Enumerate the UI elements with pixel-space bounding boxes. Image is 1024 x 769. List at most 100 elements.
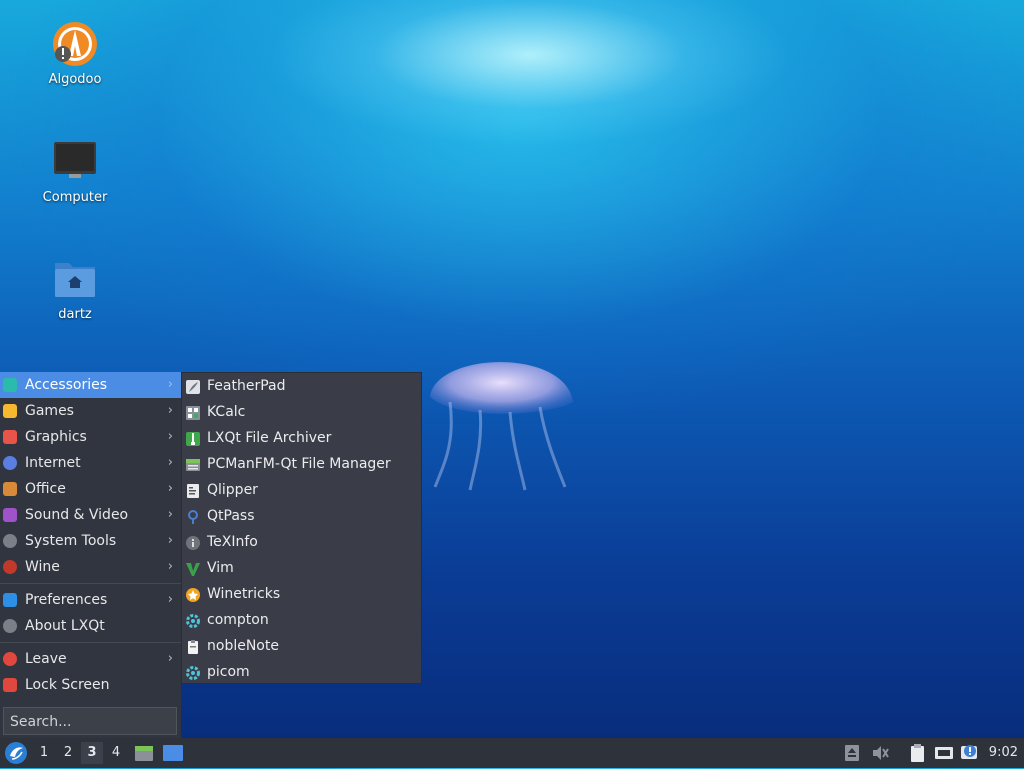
desktop-icon-algodoo[interactable]: Algodoo xyxy=(20,20,130,87)
desktop-icon-label: Algodoo xyxy=(48,72,102,87)
submenu-item-pcmanfm-qt[interactable]: PCManFM-Qt File Manager xyxy=(182,451,421,477)
menu-item-lock-screen[interactable]: Lock Screen xyxy=(0,672,181,698)
wallpaper-jellyfish xyxy=(425,342,575,492)
submenu-item-label: Qlipper xyxy=(207,482,258,498)
submenu-item-label: LXQt File Archiver xyxy=(207,430,332,446)
file-manager-launcher[interactable] xyxy=(134,743,154,763)
chevron-right-icon: › xyxy=(167,429,173,444)
home-folder-icon xyxy=(51,255,99,303)
menu-item-label: Preferences xyxy=(25,592,108,608)
submenu-item-compton[interactable]: compton xyxy=(182,607,421,633)
clipboard-icon xyxy=(911,744,924,762)
submenu-item-kcalc[interactable]: KCalc xyxy=(182,399,421,425)
submenu-item-qlipper[interactable]: Qlipper xyxy=(182,477,421,503)
volume-button[interactable] xyxy=(870,743,890,763)
internet-icon xyxy=(3,456,17,470)
lock-icon xyxy=(3,678,17,692)
menu-item-system-tools[interactable]: System Tools › xyxy=(0,528,181,554)
workspace-4[interactable]: 4 xyxy=(105,742,127,764)
info-icon xyxy=(185,534,201,550)
menu-item-wine[interactable]: Wine › xyxy=(0,554,181,580)
network-button[interactable] xyxy=(934,743,954,763)
power-icon xyxy=(3,652,17,666)
chevron-right-icon: › xyxy=(167,377,173,392)
notes-icon xyxy=(185,638,201,654)
menu-separator xyxy=(0,642,181,643)
desktop-icon-label: Computer xyxy=(42,190,108,205)
submenu-item-qtpass[interactable]: QtPass xyxy=(182,503,421,529)
file-manager-icon xyxy=(185,456,201,472)
clock[interactable]: 9:02 xyxy=(989,738,1018,768)
submenu-item-label: Vim xyxy=(207,560,234,576)
chevron-right-icon: › xyxy=(167,455,173,470)
removable-media-button[interactable] xyxy=(842,743,862,763)
clipboard-tray-button[interactable] xyxy=(907,743,927,763)
submenu-item-noblenote[interactable]: nobleNote xyxy=(182,633,421,659)
submenu-item-label: Winetricks xyxy=(207,586,281,602)
accessories-submenu: FeatherPad KCalc LXQt File Archiver PCMa… xyxy=(181,372,422,684)
submenu-item-texinfo[interactable]: TeXInfo xyxy=(182,529,421,555)
featherpad-icon xyxy=(185,378,201,394)
start-menu-button[interactable] xyxy=(4,741,28,765)
menu-separator xyxy=(0,583,181,584)
workspace-3[interactable]: 3 xyxy=(81,742,103,764)
workspace-2[interactable]: 2 xyxy=(57,742,79,764)
submenu-item-label: TeXInfo xyxy=(207,534,258,550)
computer-icon xyxy=(51,138,99,186)
application-menu: Accessories › Games › Graphics › Interne… xyxy=(0,372,181,738)
games-icon xyxy=(3,404,17,418)
desktop-icon-dartz[interactable]: dartz xyxy=(20,255,130,322)
notification-alert-icon xyxy=(961,745,977,759)
algodoo-icon xyxy=(51,20,99,68)
menu-item-label: Sound & Video xyxy=(25,507,129,523)
menu-item-about-lxqt[interactable]: About LXQt xyxy=(0,613,181,639)
submenu-item-label: QtPass xyxy=(207,508,255,524)
menu-search-input[interactable]: Search... xyxy=(3,707,177,735)
menu-item-preferences[interactable]: Preferences › xyxy=(0,587,181,613)
preferences-icon xyxy=(3,593,17,607)
menu-item-sound-video[interactable]: Sound & Video › xyxy=(0,502,181,528)
picom-gear-icon xyxy=(185,664,201,680)
submenu-item-label: KCalc xyxy=(207,404,246,420)
menu-item-label: System Tools xyxy=(25,533,117,549)
menu-item-label: Games xyxy=(25,403,74,419)
lxqt-logo-icon xyxy=(5,742,27,764)
menu-item-games[interactable]: Games › xyxy=(0,398,181,424)
graphics-icon xyxy=(3,430,17,444)
info-icon xyxy=(3,619,17,633)
file-manager-icon xyxy=(135,746,153,761)
menu-item-label: Office xyxy=(25,481,66,497)
submenu-item-label: nobleNote xyxy=(207,638,279,654)
submenu-item-vim[interactable]: Vim xyxy=(182,555,421,581)
menu-item-label: Accessories xyxy=(25,377,108,393)
notification-button[interactable] xyxy=(960,743,980,763)
menu-item-office[interactable]: Office › xyxy=(0,476,181,502)
menu-item-label: Wine xyxy=(25,559,60,575)
desktop-icon-computer[interactable]: Computer xyxy=(20,138,130,205)
vim-icon xyxy=(185,560,201,576)
workspace-1[interactable]: 1 xyxy=(33,742,55,764)
archive-icon xyxy=(185,430,201,446)
menu-item-graphics[interactable]: Graphics › xyxy=(0,424,181,450)
clipboard-icon xyxy=(185,482,201,498)
accessories-icon xyxy=(3,378,17,392)
chevron-right-icon: › xyxy=(167,592,173,607)
menu-item-label: Leave xyxy=(25,651,67,667)
menu-item-label: About LXQt xyxy=(25,618,105,634)
sound-video-icon xyxy=(3,508,17,522)
submenu-item-lxqt-file-archiver[interactable]: LXQt File Archiver xyxy=(182,425,421,451)
menu-item-leave[interactable]: Leave › xyxy=(0,646,181,672)
office-icon xyxy=(3,482,17,496)
menu-item-internet[interactable]: Internet › xyxy=(0,450,181,476)
submenu-item-label: compton xyxy=(207,612,269,628)
submenu-item-picom[interactable]: picom xyxy=(182,659,421,685)
menu-item-accessories[interactable]: Accessories › xyxy=(0,372,181,398)
submenu-item-winetricks[interactable]: Winetricks xyxy=(182,581,421,607)
submenu-item-featherpad[interactable]: FeatherPad xyxy=(182,373,421,399)
chevron-right-icon: › xyxy=(167,403,173,418)
desktop-icon-label: dartz xyxy=(58,307,92,322)
show-desktop-button[interactable] xyxy=(162,743,183,763)
eject-icon xyxy=(845,745,859,761)
volume-muted-icon xyxy=(873,746,889,760)
show-desktop-icon xyxy=(163,745,183,761)
